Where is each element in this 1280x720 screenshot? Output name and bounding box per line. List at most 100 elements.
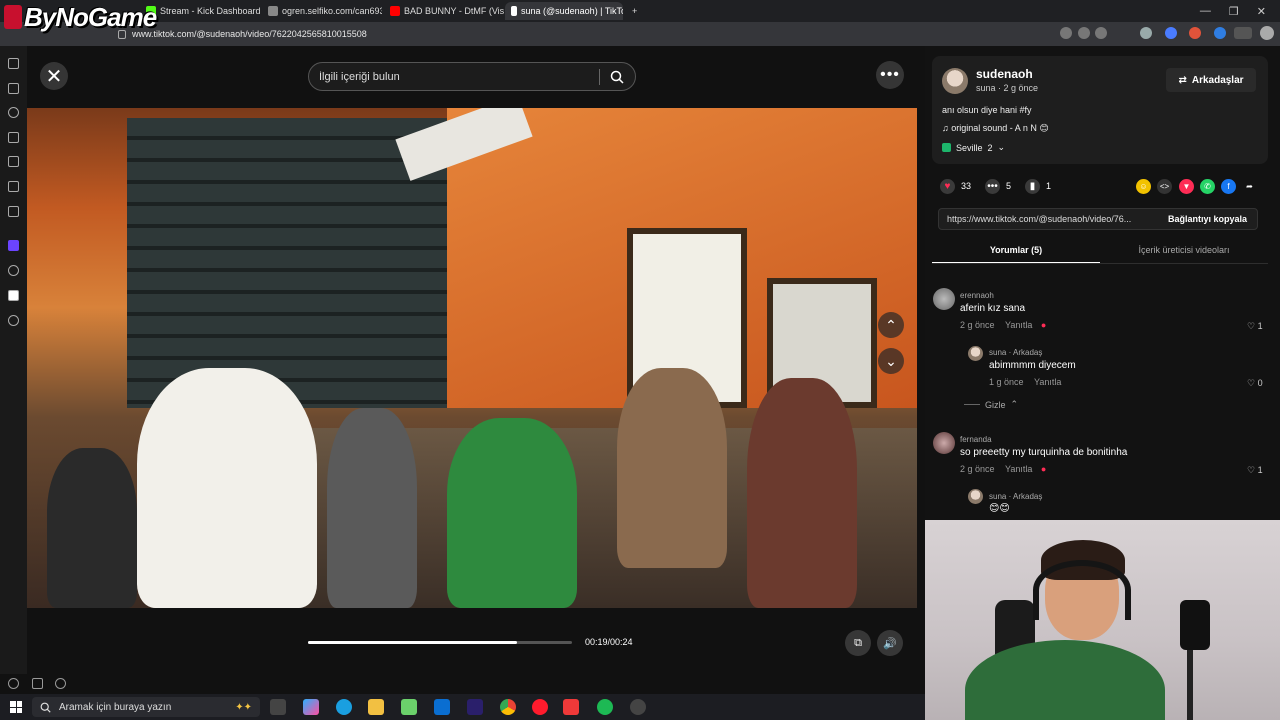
- copy-link-button[interactable]: Bağlantıyı kopyala: [1158, 214, 1257, 224]
- comment-like[interactable]: ♡ 0: [1247, 378, 1263, 389]
- spotify-icon[interactable]: [597, 699, 613, 715]
- bookmark-icon[interactable]: [8, 58, 19, 69]
- video-time: 00:19/00:24: [585, 637, 633, 647]
- avatar[interactable]: [968, 346, 983, 361]
- tab-creator-videos[interactable]: İçerik üreticisi videoları: [1100, 242, 1268, 264]
- next-video-button[interactable]: ⌄: [878, 348, 904, 374]
- pip-icon: ⧉: [854, 636, 862, 649]
- settings-icon[interactable]: [8, 678, 19, 689]
- search-bar[interactable]: [308, 62, 636, 91]
- send-icon[interactable]: ▼: [1179, 179, 1194, 194]
- outlook-icon[interactable]: [434, 699, 450, 715]
- youtube-icon: [390, 6, 400, 16]
- sound-link[interactable]: ♫ original sound - A n N 😊: [942, 123, 1049, 134]
- share-icon[interactable]: ➦: [1242, 179, 1257, 194]
- embed-icon[interactable]: <>: [1157, 179, 1172, 194]
- add-icon[interactable]: [8, 315, 19, 326]
- url-field[interactable]: www.tiktok.com/@sudenaoh/video/762204256…: [118, 26, 1038, 42]
- comment-author[interactable]: suna · Arkadaş: [989, 348, 1042, 357]
- vpn-icon[interactable]: [1234, 27, 1252, 39]
- reply-button[interactable]: Yanıtla: [1005, 464, 1032, 474]
- opera-icon[interactable]: [532, 699, 548, 715]
- tab-youtube[interactable]: BAD BUNNY - DtMF (Visua: [384, 2, 504, 20]
- search-icon[interactable]: [600, 62, 634, 91]
- notes-icon[interactable]: [8, 132, 19, 143]
- premiere-icon[interactable]: [467, 699, 483, 715]
- chrome-icon[interactable]: [500, 699, 516, 715]
- search-input[interactable]: [309, 70, 599, 83]
- profile-icon[interactable]: [1260, 26, 1274, 40]
- extension-icon[interactable]: [1165, 27, 1177, 39]
- avatar[interactable]: [933, 288, 955, 310]
- windows-start-button[interactable]: [10, 701, 22, 713]
- cast-icon[interactable]: [1060, 27, 1072, 39]
- minimize-button[interactable]: —: [1200, 5, 1211, 17]
- new-tab-button[interactable]: +: [626, 2, 643, 20]
- comment-like[interactable]: ♡ 1: [1247, 465, 1263, 476]
- maximize-button[interactable]: ❐: [1229, 5, 1239, 18]
- vivaldi-icon[interactable]: [563, 699, 579, 715]
- tab-selfiko[interactable]: ogren.selfiko.com/can693: [262, 2, 382, 20]
- volume-button[interactable]: 🔊: [877, 630, 903, 656]
- taskbar-search[interactable]: Aramak için buraya yazın ✦✦: [32, 697, 260, 717]
- avatar[interactable]: [968, 489, 983, 504]
- comment-text: 😊😊: [989, 503, 1010, 514]
- friends-button[interactable]: ⇄ Arkadaşlar: [1166, 68, 1256, 92]
- location-tag[interactable]: Seville 2 ⌄: [942, 142, 1005, 153]
- comment-button[interactable]: ••• 5: [985, 178, 1011, 194]
- extension-icon[interactable]: [1214, 27, 1226, 39]
- edge-icon[interactable]: [336, 699, 352, 715]
- tab-comments[interactable]: Yorumlar (5): [932, 242, 1100, 264]
- like-button[interactable]: ♥ 33: [940, 178, 971, 194]
- settings-icon[interactable]: [8, 265, 19, 276]
- close-button[interactable]: ✕: [40, 62, 68, 90]
- extension-icon[interactable]: [1189, 27, 1201, 39]
- hide-replies-button[interactable]: Gizle ⌃: [964, 399, 1018, 410]
- coin-icon[interactable]: ☺: [1136, 179, 1151, 194]
- video-link[interactable]: https://www.tiktok.com/@sudenaoh/video/7…: [939, 214, 1158, 224]
- whatsapp-icon[interactable]: ✆: [1200, 179, 1215, 194]
- post-username[interactable]: sudenaoh: [976, 67, 1033, 81]
- more-options-button[interactable]: •••: [876, 61, 904, 89]
- bookmark-icon[interactable]: [1095, 27, 1107, 39]
- reader-icon[interactable]: [8, 206, 19, 217]
- avatar[interactable]: [942, 68, 968, 94]
- messenger-icon[interactable]: [8, 240, 19, 251]
- close-window-button[interactable]: ✕: [1257, 5, 1266, 18]
- creator-liked-icon: ●: [1040, 464, 1047, 474]
- wallet-icon[interactable]: [8, 181, 19, 192]
- history-icon[interactable]: [8, 107, 19, 118]
- tile-icon[interactable]: [32, 678, 43, 689]
- obs-icon[interactable]: [630, 699, 646, 715]
- task-view-icon[interactable]: [270, 699, 286, 715]
- facebook-icon[interactable]: f: [1221, 179, 1236, 194]
- download-icon[interactable]: [8, 83, 19, 94]
- comment-author[interactable]: suna · Arkadaş: [989, 492, 1042, 501]
- video-player[interactable]: [27, 108, 917, 608]
- store-icon[interactable]: [401, 699, 417, 715]
- heart-outline-icon: ♡: [1247, 465, 1256, 475]
- previous-video-button[interactable]: ⌃: [878, 312, 904, 338]
- comment-like[interactable]: ♡ 1: [1247, 321, 1263, 332]
- avatar[interactable]: [933, 432, 955, 454]
- translate-icon[interactable]: [8, 156, 19, 167]
- comment-author[interactable]: fernanda: [960, 435, 992, 444]
- video-progress-bar[interactable]: [308, 641, 572, 644]
- chevron-up-icon: ⌃: [885, 316, 897, 333]
- comment-author[interactable]: erennaoh: [960, 291, 994, 300]
- save-button[interactable]: ▮ 1: [1025, 178, 1051, 194]
- window-controls: — ❐ ✕: [1200, 0, 1280, 22]
- tab-kick-dashboard[interactable]: Stream - Kick Dashboard: [140, 2, 260, 20]
- translate-icon[interactable]: [1078, 27, 1090, 39]
- file-explorer-icon[interactable]: [368, 699, 384, 715]
- cloud-icon[interactable]: [55, 678, 66, 689]
- tab-tiktok[interactable]: suna (@sudenaoh) | TikTok ✕: [505, 2, 623, 20]
- pip-button[interactable]: ⧉: [845, 630, 871, 656]
- wiki-icon[interactable]: [8, 290, 19, 301]
- reply-button[interactable]: Yanıtla: [1005, 320, 1032, 330]
- comment-text: abimmmm diyecem: [989, 360, 1076, 371]
- extension-icon[interactable]: [1140, 27, 1152, 39]
- heart-icon: ♥: [940, 178, 955, 194]
- copilot-icon[interactable]: [303, 699, 319, 715]
- reply-button[interactable]: Yanıtla: [1034, 377, 1061, 387]
